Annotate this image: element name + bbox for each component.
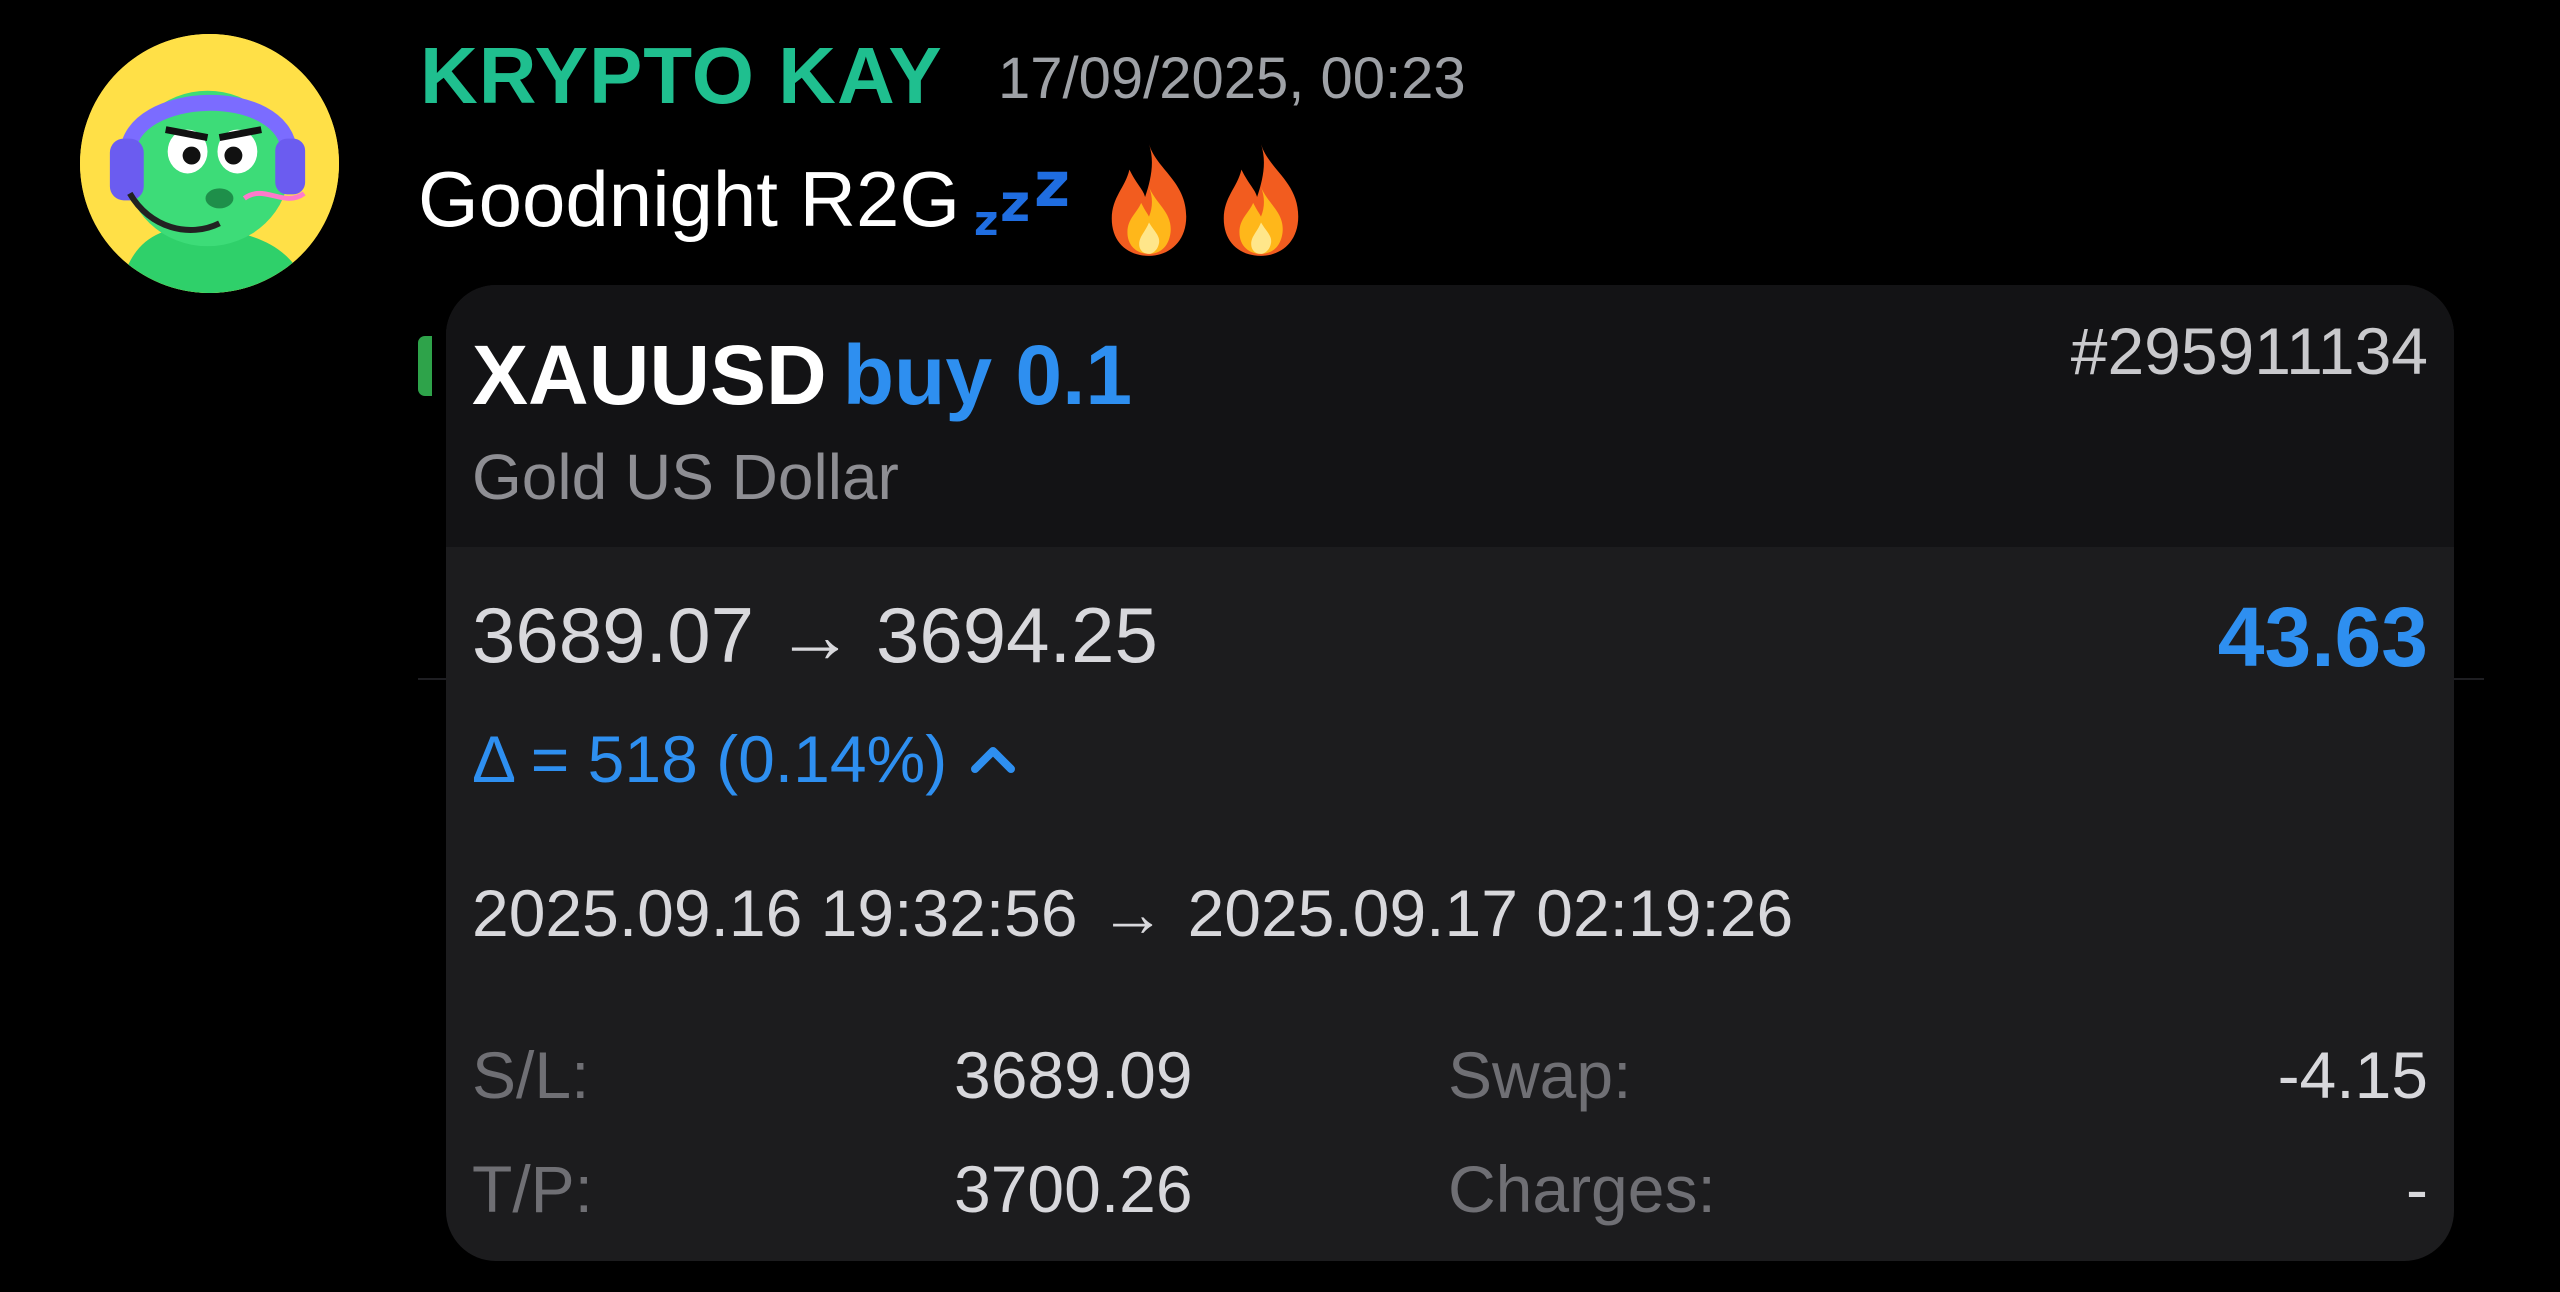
open-price: 3689.07	[472, 591, 754, 679]
fire-icon	[1223, 144, 1299, 256]
charges-value: -	[2406, 1152, 2428, 1226]
trade-ticket: #295911134	[2070, 314, 2428, 388]
open-time: 2025.09.16 19:32:56	[472, 876, 1078, 950]
sleeping-zzz-icon: z z z	[974, 148, 1071, 245]
charges-label: Charges:	[1448, 1152, 1716, 1226]
tp-label: T/P:	[472, 1152, 594, 1226]
trade-times: 2025.09.16 19:32:56 → 2025.09.17 02:19:26	[472, 873, 1793, 953]
close-price: 3694.25	[875, 591, 1158, 679]
message-timestamp: 17/09/2025, 00:23	[998, 46, 1466, 111]
trade-title: XAUUSD buy 0.1	[472, 325, 1132, 425]
close-time: 2025.09.17 02:19:26	[1187, 876, 1794, 950]
price-delta: Δ = 518 (0.14%)	[472, 719, 1017, 799]
swap-value: -4.15	[2277, 1038, 2428, 1112]
fire-emoji-group	[1100, 140, 1310, 258]
trade-side-volume: buy 0.1	[842, 328, 1133, 422]
trade-card-attachment[interactable]: XAUUSD buy 0.1 #295911134 Gold US Dollar …	[446, 285, 2454, 1261]
author-name[interactable]: KRYPTO KAY	[420, 28, 943, 124]
fire-icon	[1111, 144, 1187, 256]
trade-profit: 43.63	[2217, 590, 2428, 684]
underlying-image-edge	[418, 336, 432, 396]
trade-card-header: XAUUSD buy 0.1 #295911134 Gold US Dollar	[446, 285, 2454, 547]
user-avatar[interactable]	[80, 34, 339, 293]
chevron-up-icon	[971, 747, 1016, 773]
message-content: Goodnight R2G z z z	[418, 144, 1310, 256]
sl-label: S/L:	[472, 1038, 590, 1112]
trade-description: Gold US Dollar	[472, 441, 899, 513]
message-text: Goodnight R2G	[418, 155, 961, 243]
sl-value: 3689.09	[954, 1038, 1193, 1112]
arrow-right-icon: →	[1099, 876, 1166, 950]
trade-prices: 3689.07 → 3694.25	[472, 587, 1158, 683]
arrow-right-icon: →	[775, 591, 854, 679]
trade-symbol: XAUUSD	[472, 328, 827, 422]
delta-text: Δ = 518 (0.14%)	[472, 722, 948, 796]
avatar-icon	[80, 34, 339, 293]
swap-label: Swap:	[1448, 1038, 1632, 1112]
tp-value: 3700.26	[954, 1152, 1193, 1226]
